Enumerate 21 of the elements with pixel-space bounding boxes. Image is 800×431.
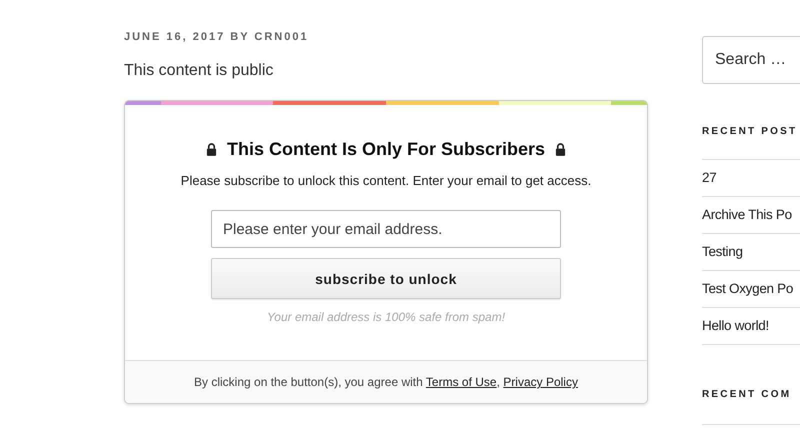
link-separator: , <box>496 375 501 389</box>
widget-heading: RECENT COM <box>702 389 792 400</box>
post-link[interactable]: 27 <box>702 170 716 185</box>
padlock-icon <box>206 143 217 156</box>
terms-link[interactable]: Terms of Use <box>426 375 497 389</box>
widget-heading: RECENT POST <box>702 126 798 137</box>
locker-title: This Content Is Only For Subscribers <box>226 139 546 160</box>
email-field[interactable]: Please enter your email address. <box>211 210 561 248</box>
padlock-icon <box>555 143 566 156</box>
privacy-link[interactable]: Privacy Policy <box>503 375 578 389</box>
post-link[interactable]: Testing <box>702 244 743 259</box>
subscribe-button[interactable]: subscribe to unlock <box>211 258 561 299</box>
post-link[interactable]: Archive This Po <box>702 207 792 222</box>
post-link[interactable]: Test Oxygen Po <box>702 281 794 296</box>
locker-message: Please subscribe to unlock this content. Enter your email to get access. <box>180 173 592 188</box>
search-field[interactable]: Search … <box>702 36 800 84</box>
post-link[interactable]: Hello world! <box>702 318 769 333</box>
post-text: This content is public <box>124 62 274 80</box>
post-meta: JUNE 16, 2017 BY CRN001 <box>124 31 310 43</box>
spam-note: Your email address is 100% safe from spam! <box>266 310 506 324</box>
consent-text: By clicking on the button(s), you agree with <box>194 375 424 389</box>
